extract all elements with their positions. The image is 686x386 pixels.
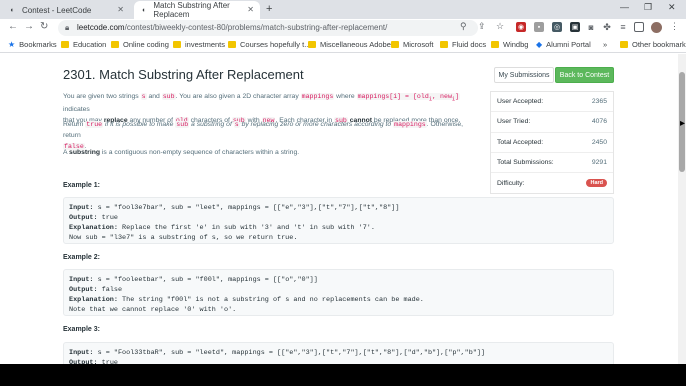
lock-icon: 🔒︎	[65, 23, 70, 32]
forward-arrow-icon[interactable]: →	[24, 21, 34, 32]
minimize-icon[interactable]: —	[620, 2, 629, 12]
example-heading: Example 2:	[63, 254, 100, 261]
bookmark-star-icon[interactable]: ☆	[496, 21, 504, 32]
difficulty-badge: Hard	[586, 179, 607, 188]
extension-icon[interactable]: ▪	[534, 22, 544, 32]
url-text[interactable]: leetcode.com/contest/biweekly-contest-80…	[77, 23, 387, 32]
puzzle-icon[interactable]: ✤	[602, 22, 612, 32]
address-row: ← → ↻ 🔒︎ leetcode.com/contest/biweekly-c…	[0, 19, 686, 37]
back-to-contest-button[interactable]: Back to Contest	[555, 67, 614, 83]
tab-title: Match Substring After Replacem	[153, 1, 230, 19]
reading-list-icon[interactable]: ≡	[618, 22, 628, 32]
problem-page: 2301. Match Substring After Replacement …	[0, 54, 678, 364]
leetcode-favicon: ◐	[10, 6, 15, 14]
bookmark-item[interactable]: Fluid docs	[440, 40, 486, 49]
example-box: Input: s = "fooleetbar", sub = "f00l", m…	[63, 269, 614, 316]
reload-icon[interactable]: ↻	[40, 21, 48, 32]
avatar[interactable]	[651, 22, 662, 33]
new-tab-icon[interactable]: +	[266, 3, 272, 15]
tab-problem[interactable]: ◐ Match Substring After Replacem ✕	[134, 1, 260, 19]
bookmark-item[interactable]: Microsoft	[391, 40, 433, 49]
mouse-cursor-icon: ▸	[680, 118, 686, 129]
folder-icon	[61, 41, 69, 48]
folder-icon	[491, 41, 499, 48]
bookmarks-bar: ★ Bookmarks Education Online coding inves…	[0, 37, 686, 53]
extension-icon[interactable]: ▣	[570, 22, 580, 32]
camera-icon[interactable]: ◙	[586, 22, 596, 32]
extension-icon[interactable]: ◎	[552, 22, 562, 32]
bookmarks-overflow[interactable]: »	[603, 40, 607, 49]
my-submissions-button[interactable]: My Submissions	[494, 67, 554, 83]
close-icon[interactable]: ✕	[117, 5, 124, 14]
leetcode-favicon: ◐	[142, 6, 147, 14]
folder-icon	[308, 41, 316, 48]
difficulty-row: Difficulty: Hard	[491, 173, 613, 193]
side-panel-icon[interactable]	[634, 22, 644, 32]
bookmark-item[interactable]: Courses hopefully t...	[228, 40, 310, 49]
share-icon[interactable]: ⇪	[478, 21, 486, 32]
substring-definition: A substring is a contiguous non-empty se…	[63, 149, 300, 156]
close-window-icon[interactable]: ✕	[668, 2, 676, 13]
folder-icon	[111, 41, 119, 48]
stat-row: Total Submissions: 9291	[491, 153, 613, 174]
problem-title: 2301. Match Substring After Replacement	[63, 67, 304, 82]
extension-icon[interactable]: ◉	[516, 22, 526, 32]
bookmark-item[interactable]: ◆ Alumni Portal	[536, 40, 591, 49]
example-box: Input: s = "fool3e7bar", sub = "leet", m…	[63, 197, 614, 244]
stats-panel: User Accepted: 2365 User Tried: 4076 Total…	[490, 91, 614, 195]
star-icon: ★	[8, 40, 16, 49]
page-scrollbar[interactable]	[678, 54, 686, 364]
alumni-icon: ◆	[536, 40, 543, 49]
stat-row: User Accepted: 2365	[491, 92, 613, 113]
bookmark-item[interactable]: Education	[61, 40, 106, 49]
maximize-icon[interactable]: ❐	[644, 2, 652, 13]
folder-icon	[228, 41, 236, 48]
close-icon[interactable]: ✕	[247, 5, 254, 14]
bookmark-item[interactable]: ★ Bookmarks	[8, 40, 57, 49]
folder-icon	[173, 41, 181, 48]
bookmark-item[interactable]: Windbg	[491, 40, 528, 49]
tab-title: Contest - LeetCode	[22, 5, 92, 15]
folder-icon	[440, 41, 448, 48]
address-bar[interactable]: 🔒︎ leetcode.com/contest/biweekly-contest…	[58, 20, 478, 36]
folder-icon	[391, 41, 399, 48]
tab-strip: ◐ Contest - LeetCode ✕ ◐ Match Substring…	[0, 0, 686, 19]
search-icon[interactable]: ⚲	[460, 21, 467, 32]
tab-contest[interactable]: ◐ Contest - LeetCode ✕	[2, 1, 130, 19]
bookmark-item[interactable]: Online coding	[111, 40, 169, 49]
stat-row: User Tried: 4076	[491, 112, 613, 133]
stat-row: Total Accepted: 2450	[491, 133, 613, 153]
screen-bottom-border	[0, 364, 686, 386]
menu-dots-icon[interactable]: ⋮	[670, 21, 679, 32]
folder-icon	[620, 41, 628, 48]
bookmark-item[interactable]: Miscellaneous Adobe	[308, 40, 391, 49]
example-heading: Example 1:	[63, 182, 100, 189]
example-box: Input: s = "Fool33tbaR", sub = "leetd", …	[63, 342, 614, 364]
bookmark-item[interactable]: Other bookmarks	[620, 40, 686, 49]
example-heading: Example 3:	[63, 326, 100, 333]
back-arrow-icon[interactable]: ←	[8, 21, 18, 32]
browser-window: ◐ Contest - LeetCode ✕ ◐ Match Substring…	[0, 0, 686, 364]
bookmark-item[interactable]: investments	[173, 40, 225, 49]
